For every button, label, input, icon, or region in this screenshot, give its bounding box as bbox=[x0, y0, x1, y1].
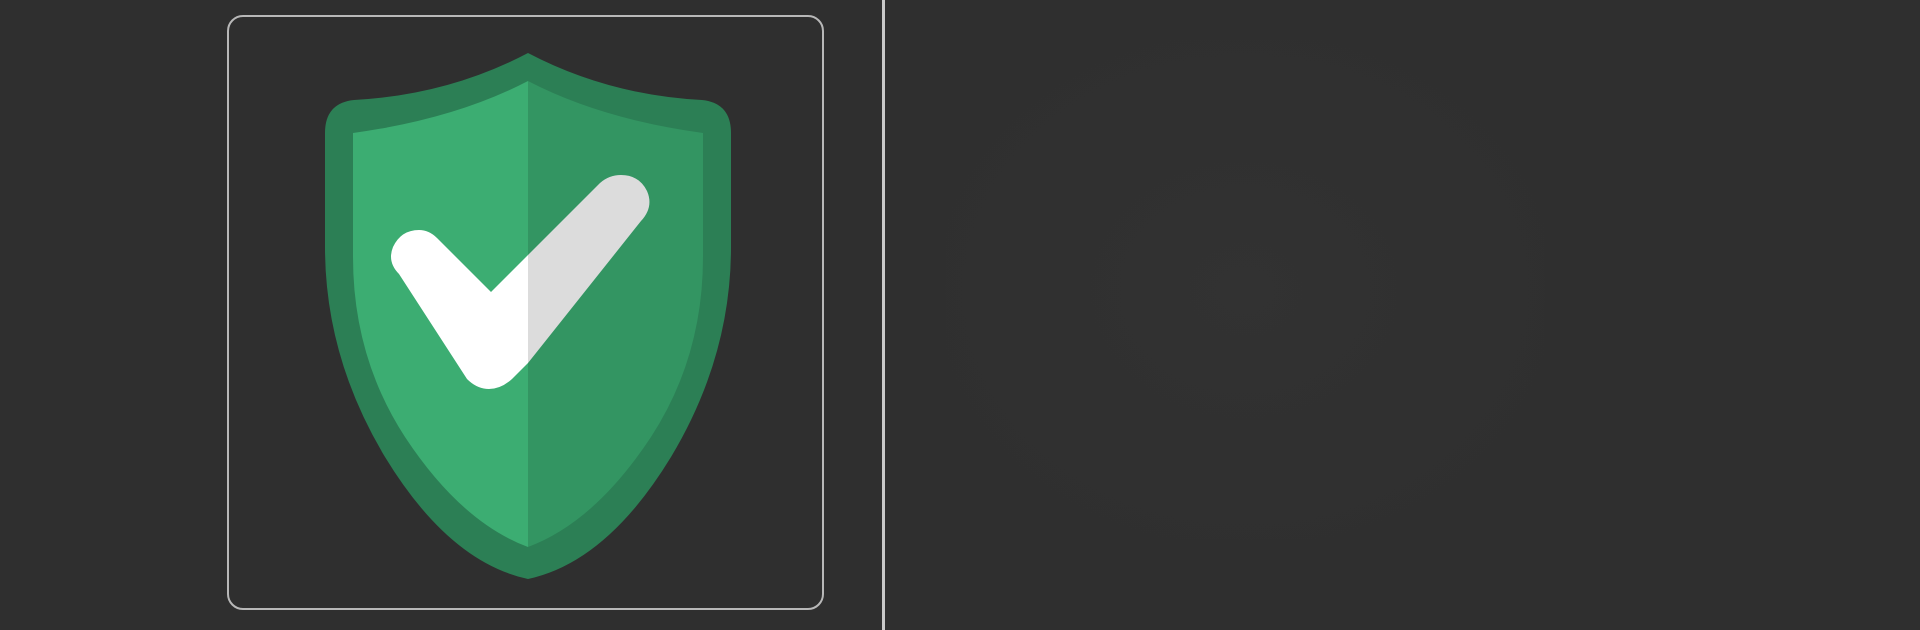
icon-picker-window bbox=[0, 0, 1920, 630]
icon-preview-pane bbox=[885, 0, 1920, 630]
selected-icon-tile[interactable] bbox=[227, 15, 824, 610]
shield-check-icon bbox=[325, 53, 731, 579]
icon-grid-pane bbox=[0, 0, 882, 630]
empty-preview-placeholder bbox=[945, 40, 1545, 540]
